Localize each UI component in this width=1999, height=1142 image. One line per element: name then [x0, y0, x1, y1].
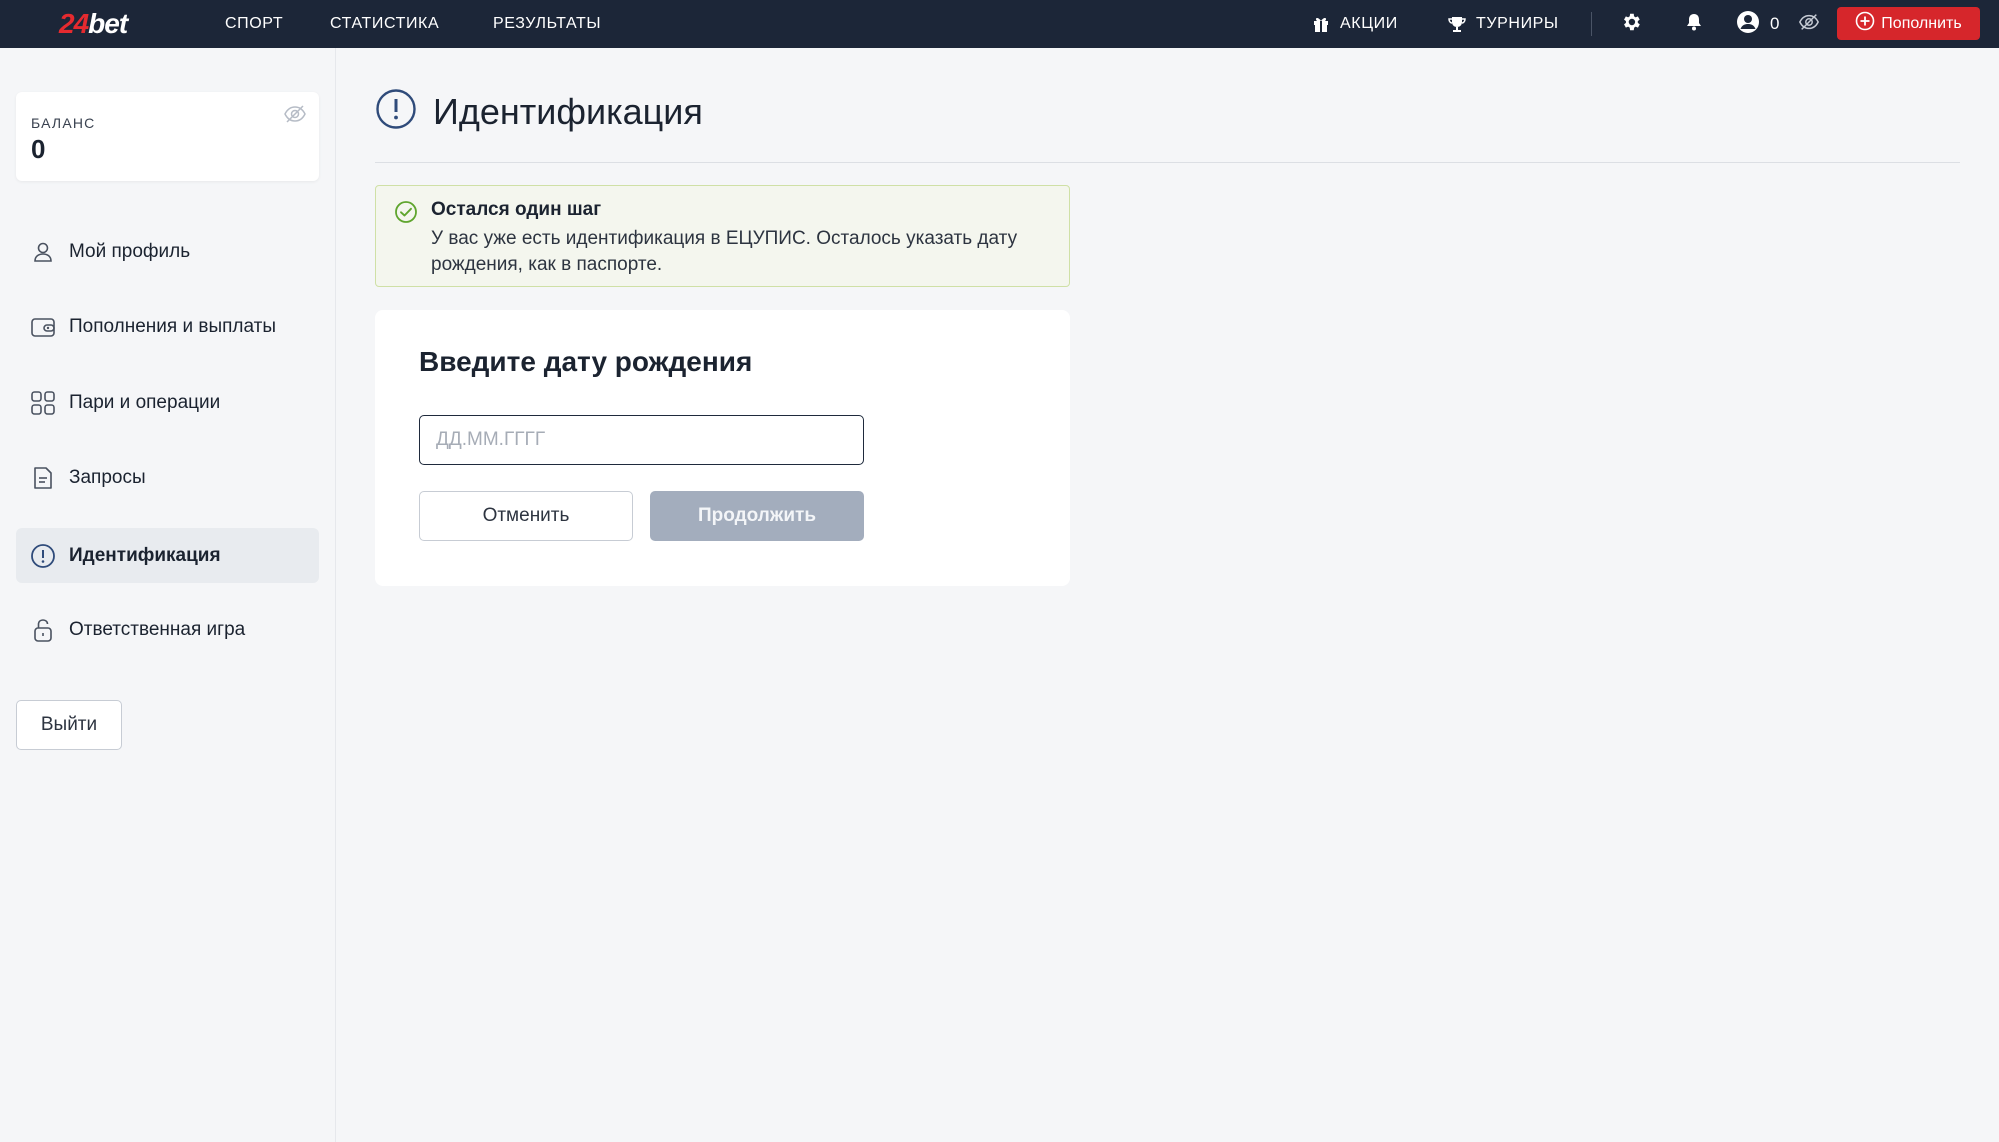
nav-sport[interactable]: СПОРТ	[225, 0, 283, 48]
continue-button[interactable]: Продолжить	[650, 491, 864, 541]
nav-tournaments[interactable]: ТУРНИРЫ	[1448, 0, 1559, 48]
wallet-icon	[29, 313, 57, 341]
page-header: Идентификация	[375, 88, 703, 135]
user-icon	[29, 238, 57, 266]
nav-statistics[interactable]: СТАТИСТИКА	[330, 0, 439, 48]
grid-icon	[29, 389, 57, 417]
bell-icon	[1684, 12, 1704, 37]
logout-button[interactable]: Выйти	[16, 700, 122, 750]
cancel-button[interactable]: Отменить	[419, 491, 633, 541]
trophy-icon	[1448, 15, 1466, 33]
sidebar-item-label: Мой профиль	[69, 240, 191, 262]
sidebar-item-payments[interactable]: Пополнения и выплаты	[16, 299, 319, 354]
gear-icon	[1620, 11, 1642, 38]
nav-promos[interactable]: АКЦИИ	[1312, 0, 1398, 48]
sidebar-item-responsible-gaming[interactable]: Ответственная игра	[16, 602, 319, 657]
gift-icon	[1312, 15, 1330, 33]
header-divider	[375, 162, 1960, 163]
eye-off-icon[interactable]	[283, 102, 307, 131]
account-icon	[1736, 10, 1770, 39]
deposit-label: Пополнить	[1881, 14, 1962, 32]
sidebar-item-label: Пари и операции	[69, 391, 221, 413]
eye-off-icon	[1798, 11, 1820, 38]
document-icon	[29, 464, 57, 492]
plus-circle-icon	[1855, 11, 1881, 36]
info-alert: Остался один шаг У вас уже есть идентифи…	[375, 185, 1070, 287]
balance-card: БАЛАНС 0	[16, 92, 319, 181]
deposit-button[interactable]: Пополнить	[1837, 7, 1980, 40]
logo-word: bet	[88, 8, 128, 39]
site-logo[interactable]: 24 bet	[59, 6, 128, 42]
check-circle-icon	[394, 200, 418, 229]
sidebar: БАЛАНС 0 Мой профиль Пополнения и выплат…	[0, 48, 336, 1142]
birthdate-form: Введите дату рождения Отменить Продолжит…	[375, 310, 1070, 586]
sidebar-item-label: Запросы	[69, 466, 146, 488]
notifications-button[interactable]	[1680, 10, 1708, 38]
sidebar-item-profile[interactable]: Мой профиль	[16, 224, 319, 279]
alert-title: Остался один шаг	[431, 199, 602, 220]
nav-promos-label: АКЦИИ	[1340, 15, 1398, 32]
top-balance-value: 0	[1770, 14, 1780, 33]
sidebar-item-requests[interactable]: Запросы	[16, 450, 319, 505]
sidebar-item-identification[interactable]: Идентификация	[16, 528, 319, 583]
form-title: Введите дату рождения	[419, 346, 753, 377]
sidebar-item-label: Ответственная игра	[69, 618, 246, 640]
nav-divider	[1591, 12, 1592, 36]
logo-number: 24	[59, 8, 89, 39]
alert-circle-icon	[375, 88, 417, 135]
sidebar-item-label: Пополнения и выплаты	[69, 315, 277, 337]
lock-icon	[29, 616, 57, 644]
sidebar-item-label: Идентификация	[69, 544, 221, 566]
sidebar-item-bets[interactable]: Пари и операции	[16, 375, 319, 430]
page-title: Идентификация	[433, 90, 703, 132]
balance-value: 0	[31, 134, 46, 164]
toggle-balance-visibility[interactable]	[1795, 10, 1823, 38]
nav-results[interactable]: РЕЗУЛЬТАТЫ	[493, 0, 601, 48]
top-navigation-bar: 24 bet СПОРТ СТАТИСТИКА РЕЗУЛЬТАТЫ АКЦИИ …	[0, 0, 1999, 48]
alert-circle-icon	[29, 542, 57, 570]
settings-button[interactable]	[1617, 10, 1645, 38]
alert-text: У вас уже есть идентификация в ЕЦУПИС. О…	[431, 228, 1018, 275]
balance-label: БАЛАНС	[31, 115, 96, 131]
birthdate-input[interactable]	[419, 415, 864, 465]
nav-tournaments-label: ТУРНИРЫ	[1476, 15, 1559, 32]
top-balance[interactable]: 0	[1736, 0, 1779, 48]
